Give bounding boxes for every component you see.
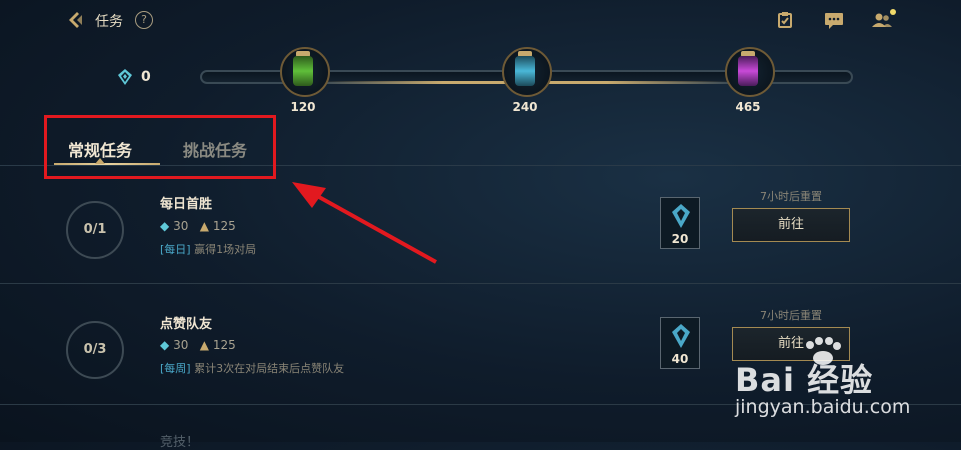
mission-2-reward-blue: 30 [173, 338, 189, 352]
gold-token-icon: ▲ [199, 219, 210, 233]
friends-icon[interactable] [871, 11, 892, 27]
milestone-3-value: 465 [735, 100, 761, 114]
mission-1-reward-blue: 30 [173, 219, 189, 233]
mission-2-rewards: ◆ 30 ▲ 125 [160, 338, 236, 352]
milestone-2-lantern-icon[interactable] [502, 47, 552, 103]
mission-2-description-line: [每周] 累计3次在对局结束后点赞队友 [160, 360, 344, 376]
mission-1-progress: 0/1 [66, 201, 124, 259]
mission-2-title: 点赞队友 [160, 317, 213, 332]
milestone-1-lantern-icon[interactable] [280, 47, 330, 103]
red-arrow-icon [292, 182, 437, 264]
milestone-1-lantern [293, 56, 313, 86]
notification-dot [890, 9, 896, 15]
mission-1-reward-gold: 125 [212, 219, 236, 233]
blue-essence-icon [117, 68, 133, 86]
mission-1-description: 赢得1场对局 [194, 243, 257, 256]
row-divider [0, 283, 961, 284]
mission-2-reset-text: 7小时后重置 [760, 309, 822, 322]
blue-essence-icon: ◆ [160, 219, 170, 233]
points-crystal-icon [672, 324, 690, 348]
mission-2-reward-gold: 125 [212, 338, 236, 352]
milestone-3-lantern [738, 56, 758, 86]
watermark-url: jingyan.baidu.com [735, 396, 911, 418]
milestone-2-lantern [515, 56, 535, 86]
mission-1-tag: [每日] [160, 243, 191, 256]
currency-value: 0 [141, 69, 151, 85]
milestone-1-value: 120 [290, 100, 316, 114]
mission-2-description: 累计3次在对局结束后点赞队友 [194, 362, 345, 375]
page-title: 任务 [95, 14, 123, 30]
clipboard-icon[interactable] [776, 11, 794, 28]
mission-1-reward-box: 20 [660, 197, 700, 249]
mission-1-description-line: [每日] 赢得1场对局 [160, 241, 256, 257]
mission-2-tag: [每周] [160, 362, 191, 375]
chat-icon[interactable] [824, 11, 843, 29]
mission-2-reward-points: 40 [671, 352, 689, 366]
help-icon[interactable]: ? [135, 11, 153, 29]
points-crystal-icon [672, 204, 690, 228]
gold-token-icon: ▲ [199, 338, 210, 352]
milestone-3-lantern-icon[interactable] [725, 47, 775, 103]
mission-2-reward-box: 40 [660, 317, 700, 369]
mission-2-progress: 0/3 [66, 321, 124, 379]
highlight-box [44, 115, 276, 179]
back-chevron-icon[interactable] [64, 9, 86, 31]
mission-1-reset-text: 7小时后重置 [760, 190, 822, 203]
mission-1-title: 每日首胜 [160, 197, 213, 212]
mission-1-reward-points: 20 [671, 232, 689, 246]
mission-1-go-button[interactable]: 前往 [732, 208, 850, 242]
mission-1-rewards: ◆ 30 ▲ 125 [160, 219, 236, 233]
watermark-brand: Bai 经验 [735, 361, 874, 399]
mission-3-title-partial: 竞技！ [160, 435, 200, 450]
milestone-2-value: 240 [512, 100, 538, 114]
blue-essence-icon: ◆ [160, 338, 170, 352]
